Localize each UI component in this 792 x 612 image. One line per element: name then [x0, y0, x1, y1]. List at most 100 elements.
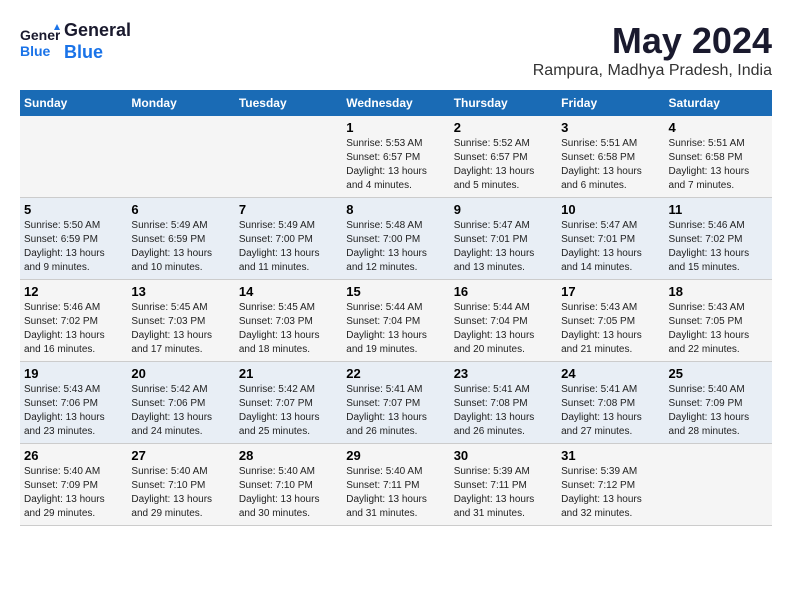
day-info: Sunrise: 5:50 AMSunset: 6:59 PMDaylight:…	[24, 219, 123, 275]
calendar-cell	[235, 116, 342, 198]
day-number: 16	[454, 284, 553, 299]
day-info: Sunrise: 5:42 AMSunset: 7:07 PMDaylight:…	[239, 383, 338, 439]
day-number: 7	[239, 202, 338, 217]
calendar-cell: 2Sunrise: 5:52 AMSunset: 6:57 PMDaylight…	[450, 116, 557, 198]
header-thursday: Thursday	[450, 90, 557, 116]
day-info: Sunrise: 5:39 AMSunset: 7:11 PMDaylight:…	[454, 465, 553, 521]
day-info: Sunrise: 5:53 AMSunset: 6:57 PMDaylight:…	[346, 137, 445, 193]
day-info: Sunrise: 5:40 AMSunset: 7:09 PMDaylight:…	[24, 465, 123, 521]
calendar-cell: 26 Sunrise: 5:40 AMSunset: 7:09 PMDayligh…	[20, 444, 127, 526]
calendar-header-row: SundayMondayTuesdayWednesdayThursdayFrid…	[20, 90, 772, 116]
header-monday: Monday	[127, 90, 234, 116]
day-number: 6	[131, 202, 230, 217]
logo-text: General Blue	[64, 20, 131, 63]
calendar-cell: 24 Sunrise: 5:41 AMSunset: 7:08 PMDayligh…	[557, 362, 664, 444]
day-number: 30	[454, 448, 553, 463]
calendar-cell	[665, 444, 772, 526]
day-number: 11	[669, 202, 768, 217]
calendar-cell: 20Sunrise: 5:42 AMSunset: 7:06 PMDayligh…	[127, 362, 234, 444]
calendar-cell: 25Sunrise: 5:40 AMSunset: 7:09 PMDayligh…	[665, 362, 772, 444]
header-sunday: Sunday	[20, 90, 127, 116]
calendar-cell: 11 Sunrise: 5:46 AMSunset: 7:02 PMDayligh…	[665, 198, 772, 280]
day-info: Sunrise: 5:51 AMSunset: 6:58 PMDaylight:…	[561, 137, 660, 193]
day-number: 8	[346, 202, 445, 217]
calendar-cell: 12Sunrise: 5:46 AMSunset: 7:02 PMDayligh…	[20, 280, 127, 362]
calendar-week-row: 19 Sunrise: 5:43 AMSunset: 7:06 PMDayligh…	[20, 362, 772, 444]
svg-text:General: General	[20, 27, 60, 43]
day-number: 27	[131, 448, 230, 463]
calendar-cell	[127, 116, 234, 198]
calendar-cell: 3 Sunrise: 5:51 AMSunset: 6:58 PMDaylight…	[557, 116, 664, 198]
day-number: 26	[24, 448, 123, 463]
calendar-table: SundayMondayTuesdayWednesdayThursdayFrid…	[20, 90, 772, 526]
day-info: Sunrise: 5:43 AMSunset: 7:06 PMDaylight:…	[24, 383, 123, 439]
day-number: 19	[24, 366, 123, 381]
day-number: 13	[131, 284, 230, 299]
calendar-cell: 14Sunrise: 5:45 AMSunset: 7:03 PMDayligh…	[235, 280, 342, 362]
calendar-cell: 1Sunrise: 5:53 AMSunset: 6:57 PMDaylight…	[342, 116, 449, 198]
calendar-cell: 5 Sunrise: 5:50 AMSunset: 6:59 PMDaylight…	[20, 198, 127, 280]
calendar-cell: 29 Sunrise: 5:40 AMSunset: 7:11 PMDayligh…	[342, 444, 449, 526]
calendar-week-row: 5 Sunrise: 5:50 AMSunset: 6:59 PMDaylight…	[20, 198, 772, 280]
day-number: 12	[24, 284, 123, 299]
day-number: 9	[454, 202, 553, 217]
day-info: Sunrise: 5:40 AMSunset: 7:10 PMDaylight:…	[131, 465, 230, 521]
day-number: 5	[24, 202, 123, 217]
day-number: 29	[346, 448, 445, 463]
day-info: Sunrise: 5:47 AMSunset: 7:01 PMDaylight:…	[561, 219, 660, 275]
calendar-cell: 8 Sunrise: 5:48 AMSunset: 7:00 PMDaylight…	[342, 198, 449, 280]
title-block: May 2024 Rampura, Madhya Pradesh, India	[533, 20, 772, 80]
day-info: Sunrise: 5:51 AMSunset: 6:58 PMDaylight:…	[669, 137, 768, 193]
calendar-cell: 9 Sunrise: 5:47 AMSunset: 7:01 PMDaylight…	[450, 198, 557, 280]
calendar-cell: 4 Sunrise: 5:51 AMSunset: 6:58 PMDaylight…	[665, 116, 772, 198]
calendar-cell: 16 Sunrise: 5:44 AMSunset: 7:04 PMDayligh…	[450, 280, 557, 362]
calendar-cell: 31Sunrise: 5:39 AMSunset: 7:12 PMDayligh…	[557, 444, 664, 526]
header-tuesday: Tuesday	[235, 90, 342, 116]
day-number: 23	[454, 366, 553, 381]
day-info: Sunrise: 5:45 AMSunset: 7:03 PMDaylight:…	[239, 301, 338, 357]
day-info: Sunrise: 5:45 AMSunset: 7:03 PMDaylight:…	[131, 301, 230, 357]
calendar-cell: 6Sunrise: 5:49 AMSunset: 6:59 PMDaylight…	[127, 198, 234, 280]
calendar-cell: 23 Sunrise: 5:41 AMSunset: 7:08 PMDayligh…	[450, 362, 557, 444]
subtitle: Rampura, Madhya Pradesh, India	[533, 62, 772, 80]
day-info: Sunrise: 5:42 AMSunset: 7:06 PMDaylight:…	[131, 383, 230, 439]
calendar-cell: 10 Sunrise: 5:47 AMSunset: 7:01 PMDayligh…	[557, 198, 664, 280]
day-number: 28	[239, 448, 338, 463]
day-number: 21	[239, 366, 338, 381]
day-info: Sunrise: 5:44 AMSunset: 7:04 PMDaylight:…	[346, 301, 445, 357]
day-info: Sunrise: 5:52 AMSunset: 6:57 PMDaylight:…	[454, 137, 553, 193]
day-info: Sunrise: 5:44 AMSunset: 7:04 PMDaylight:…	[454, 301, 553, 357]
page-header: General Blue General Blue May 2024 Rampu…	[20, 20, 772, 80]
day-info: Sunrise: 5:41 AMSunset: 7:08 PMDaylight:…	[561, 383, 660, 439]
calendar-cell: 19 Sunrise: 5:43 AMSunset: 7:06 PMDayligh…	[20, 362, 127, 444]
main-title: May 2024	[533, 20, 772, 62]
calendar-week-row: 12Sunrise: 5:46 AMSunset: 7:02 PMDayligh…	[20, 280, 772, 362]
day-number: 22	[346, 366, 445, 381]
calendar-cell: 7 Sunrise: 5:49 AMSunset: 7:00 PMDaylight…	[235, 198, 342, 280]
day-number: 4	[669, 120, 768, 135]
calendar-week-row: 26 Sunrise: 5:40 AMSunset: 7:09 PMDayligh…	[20, 444, 772, 526]
day-info: Sunrise: 5:49 AMSunset: 7:00 PMDaylight:…	[239, 219, 338, 275]
header-friday: Friday	[557, 90, 664, 116]
header-saturday: Saturday	[665, 90, 772, 116]
header-wednesday: Wednesday	[342, 90, 449, 116]
day-info: Sunrise: 5:41 AMSunset: 7:08 PMDaylight:…	[454, 383, 553, 439]
day-number: 3	[561, 120, 660, 135]
day-info: Sunrise: 5:47 AMSunset: 7:01 PMDaylight:…	[454, 219, 553, 275]
day-info: Sunrise: 5:40 AMSunset: 7:10 PMDaylight:…	[239, 465, 338, 521]
calendar-cell: 30 Sunrise: 5:39 AMSunset: 7:11 PMDayligh…	[450, 444, 557, 526]
day-info: Sunrise: 5:41 AMSunset: 7:07 PMDaylight:…	[346, 383, 445, 439]
day-number: 24	[561, 366, 660, 381]
day-number: 18	[669, 284, 768, 299]
calendar-cell: 21 Sunrise: 5:42 AMSunset: 7:07 PMDayligh…	[235, 362, 342, 444]
calendar-cell: 15Sunrise: 5:44 AMSunset: 7:04 PMDayligh…	[342, 280, 449, 362]
calendar-cell: 27 Sunrise: 5:40 AMSunset: 7:10 PMDayligh…	[127, 444, 234, 526]
svg-text:Blue: Blue	[20, 43, 51, 59]
day-number: 10	[561, 202, 660, 217]
day-info: Sunrise: 5:40 AMSunset: 7:11 PMDaylight:…	[346, 465, 445, 521]
day-info: Sunrise: 5:46 AMSunset: 7:02 PMDaylight:…	[669, 219, 768, 275]
day-info: Sunrise: 5:48 AMSunset: 7:00 PMDaylight:…	[346, 219, 445, 275]
calendar-cell: 22 Sunrise: 5:41 AMSunset: 7:07 PMDayligh…	[342, 362, 449, 444]
day-info: Sunrise: 5:43 AMSunset: 7:05 PMDaylight:…	[669, 301, 768, 357]
calendar-cell: 17Sunrise: 5:43 AMSunset: 7:05 PMDayligh…	[557, 280, 664, 362]
